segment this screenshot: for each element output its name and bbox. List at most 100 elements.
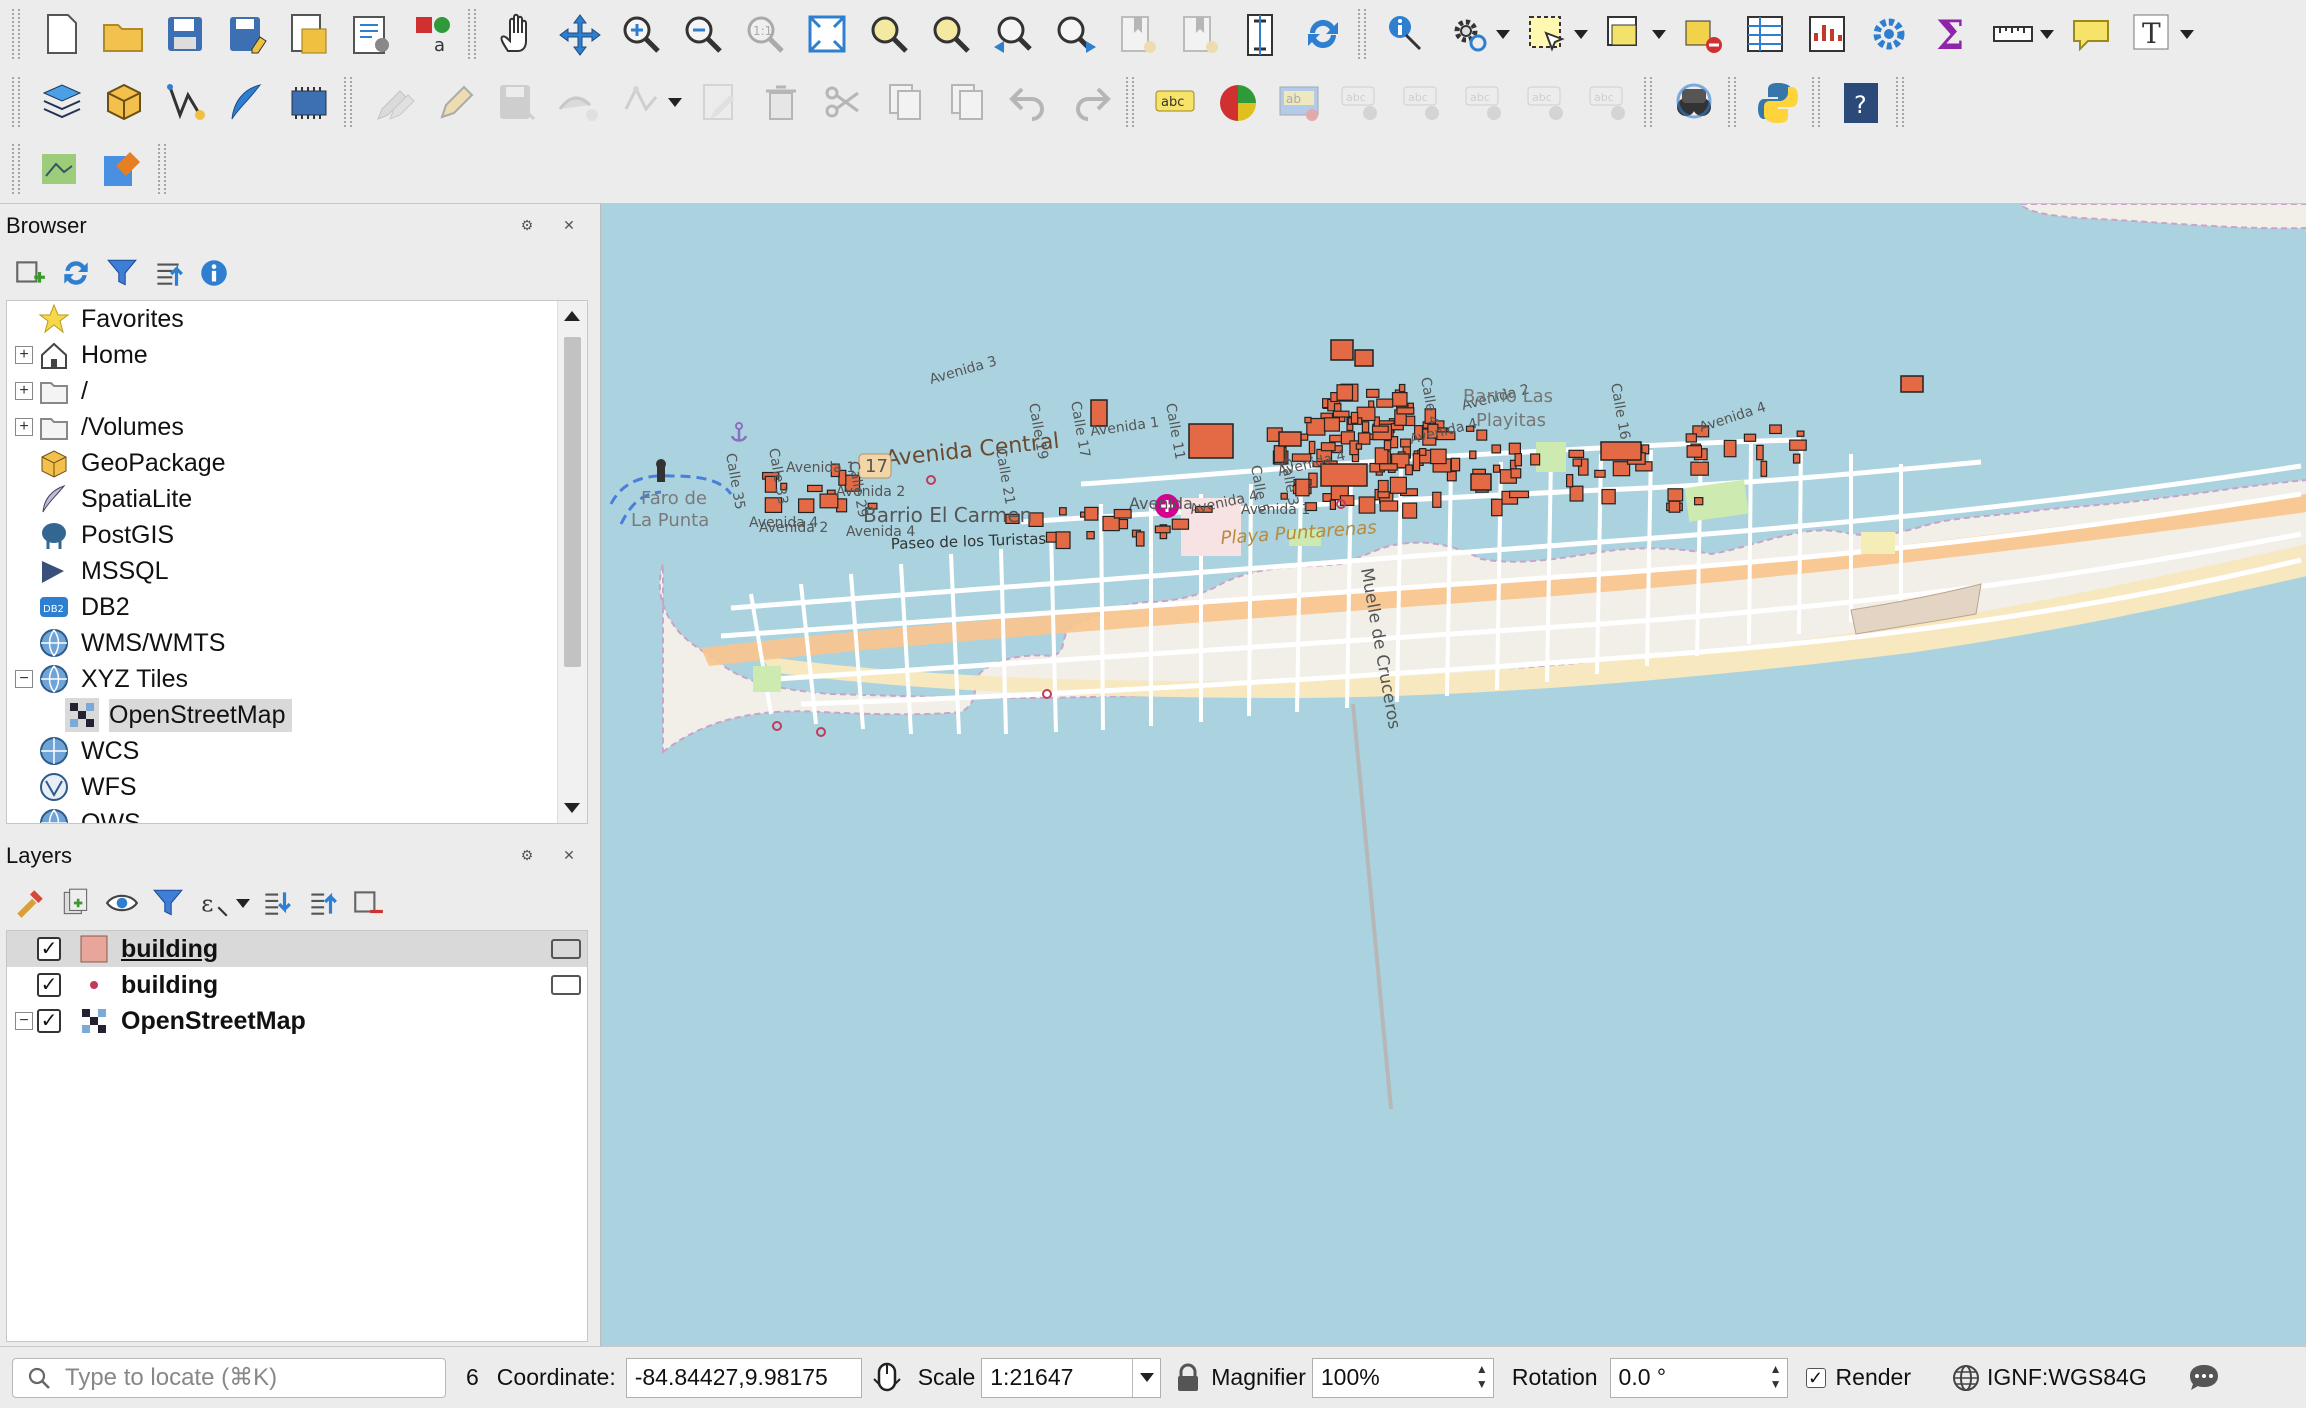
- measure-dropdown[interactable]: [2038, 8, 2056, 60]
- save-project-icon[interactable]: [159, 8, 211, 60]
- rotation-spinbox[interactable]: 0.0 ° ▲ ▼: [1609, 1357, 1788, 1398]
- attribute-table-icon[interactable]: [1739, 8, 1791, 60]
- data-source-manager-icon[interactable]: [35, 76, 87, 128]
- help-icon[interactable]: ?: [1835, 76, 1887, 128]
- temporal-icon[interactable]: [1235, 8, 1287, 60]
- collapse-all-icon[interactable]: [302, 883, 342, 923]
- toolbar-grip[interactable]: [12, 9, 20, 59]
- messages-icon[interactable]: [2187, 1362, 2221, 1394]
- filter-legend-icon[interactable]: [148, 883, 188, 923]
- move-label-icon[interactable]: abc: [1397, 76, 1449, 128]
- delete-selected-icon[interactable]: [755, 76, 807, 128]
- toolbar-grip[interactable]: [158, 144, 166, 194]
- scale-combobox[interactable]: 1:21647: [981, 1357, 1162, 1398]
- toolbar-grip[interactable]: [1812, 77, 1820, 127]
- toolbar-grip[interactable]: [468, 9, 476, 59]
- layer-item-2[interactable]: − ✓ OpenStreetMap: [7, 1003, 587, 1039]
- toolbar-grip[interactable]: [1126, 77, 1134, 127]
- layer-item-0[interactable]: ✓ building: [7, 931, 587, 967]
- magnifier-spinbox[interactable]: 100% ▲ ▼: [1311, 1357, 1494, 1398]
- browser-item-favorites[interactable]: Favorites: [7, 301, 557, 337]
- expand-toggle[interactable]: −: [15, 670, 33, 688]
- plugin-tool-icon[interactable]: [97, 143, 149, 195]
- browser-item-home[interactable]: + Home: [7, 337, 557, 373]
- browser-item-wfs[interactable]: WFS: [7, 769, 557, 805]
- show-bookmarks-icon[interactable]: [1173, 8, 1225, 60]
- add-group-icon[interactable]: [56, 883, 96, 923]
- zoom-next-icon[interactable]: [1049, 8, 1101, 60]
- browser-item-postgis[interactable]: PostGIS: [7, 517, 557, 553]
- select-by-value-icon[interactable]: [1599, 8, 1651, 60]
- select-features-icon[interactable]: [1521, 8, 1573, 60]
- filter-expression-dropdown[interactable]: [234, 877, 252, 929]
- expand-toggle[interactable]: +: [15, 382, 33, 400]
- browser-item-volumes[interactable]: + /Volumes: [7, 409, 557, 445]
- lock-icon[interactable]: [1175, 1363, 1201, 1393]
- toggle-editing-icon[interactable]: [429, 76, 481, 128]
- style-manager-icon[interactable]: a: [407, 8, 459, 60]
- browser-item-db2[interactable]: DB2 DB2: [7, 589, 557, 625]
- zoom-last-icon[interactable]: [987, 8, 1039, 60]
- layer-visibility-checkbox[interactable]: ✓: [37, 937, 61, 961]
- manage-visibility-icon[interactable]: [102, 883, 142, 923]
- expand-toggle[interactable]: +: [15, 418, 33, 436]
- browser-item-mssql[interactable]: MSSQL: [7, 553, 557, 589]
- new-geopackage-icon[interactable]: [97, 76, 149, 128]
- print-layout-icon[interactable]: [283, 8, 335, 60]
- georeferencer-icon[interactable]: [35, 143, 87, 195]
- undo-icon[interactable]: [1003, 76, 1055, 128]
- new-bookmark-icon[interactable]: [1111, 8, 1163, 60]
- crs-globe-icon[interactable]: [1951, 1363, 1981, 1393]
- run-action-icon[interactable]: [1443, 8, 1495, 60]
- redo-icon[interactable]: [1065, 76, 1117, 128]
- filter-icon[interactable]: [102, 253, 142, 293]
- zoom-out-icon[interactable]: [677, 8, 729, 60]
- show-hide-labels-icon[interactable]: abc: [1335, 76, 1387, 128]
- save-as-icon[interactable]: [221, 8, 273, 60]
- pan-to-selection-icon[interactable]: [553, 8, 605, 60]
- expand-all-icon[interactable]: [256, 883, 296, 923]
- toolbar-grip[interactable]: [1644, 77, 1652, 127]
- browser-item-ows[interactable]: OWS: [7, 805, 557, 823]
- text-annotation-icon[interactable]: T: [2127, 8, 2179, 60]
- rotation-spin-arrows[interactable]: ▲ ▼: [1767, 1362, 1785, 1394]
- measure-icon[interactable]: [1987, 8, 2039, 60]
- select-by-value-dropdown[interactable]: [1650, 8, 1668, 60]
- layer-visibility-checkbox[interactable]: ✓: [37, 1009, 61, 1033]
- browser-item-geopackage[interactable]: GeoPackage: [7, 445, 557, 481]
- processing-toolbox-icon[interactable]: [1863, 8, 1915, 60]
- vertex-tool-dropdown[interactable]: [666, 76, 684, 128]
- annotation-icon[interactable]: [2065, 8, 2117, 60]
- statistics-icon[interactable]: [1801, 8, 1853, 60]
- locator-input[interactable]: [65, 1363, 425, 1392]
- identify-icon[interactable]: [1381, 8, 1433, 60]
- zoom-selection-icon[interactable]: [863, 8, 915, 60]
- info-icon[interactable]: [194, 253, 234, 293]
- label-tool-icon[interactable]: abc: [1149, 76, 1201, 128]
- browser-item-spatialite[interactable]: SpatiaLite: [7, 481, 557, 517]
- zoom-layer-icon[interactable]: [925, 8, 977, 60]
- message-count[interactable]: 6: [466, 1364, 479, 1391]
- new-temp-layer-icon[interactable]: [283, 76, 335, 128]
- rotate-label-icon[interactable]: abc: [1459, 76, 1511, 128]
- toolbar-grip[interactable]: [1358, 9, 1366, 59]
- layer-visibility-checkbox[interactable]: ✓: [37, 973, 61, 997]
- change-label-icon[interactable]: abc: [1521, 76, 1573, 128]
- editing-icon[interactable]: [551, 975, 581, 995]
- browser-item-[interactable]: + /: [7, 373, 557, 409]
- open-project-icon[interactable]: [97, 8, 149, 60]
- zoom-in-icon[interactable]: [615, 8, 667, 60]
- quickosm-icon[interactable]: [1667, 76, 1719, 128]
- new-spatialite-icon[interactable]: [221, 76, 273, 128]
- float-panel-icon[interactable]: ⚙: [518, 216, 536, 234]
- toolbar-grip[interactable]: [12, 144, 20, 194]
- zoom-native-icon[interactable]: 1:1: [739, 8, 791, 60]
- add-selected-layers-icon[interactable]: [10, 253, 50, 293]
- collapse-all-icon[interactable]: [148, 253, 188, 293]
- mouse-coordinate-icon[interactable]: [872, 1361, 902, 1395]
- browser-scrollbar[interactable]: [557, 301, 587, 823]
- copy-features-icon[interactable]: [879, 76, 931, 128]
- zoom-full-icon[interactable]: [801, 8, 853, 60]
- refresh-icon[interactable]: [1297, 8, 1349, 60]
- new-project-icon[interactable]: [35, 8, 87, 60]
